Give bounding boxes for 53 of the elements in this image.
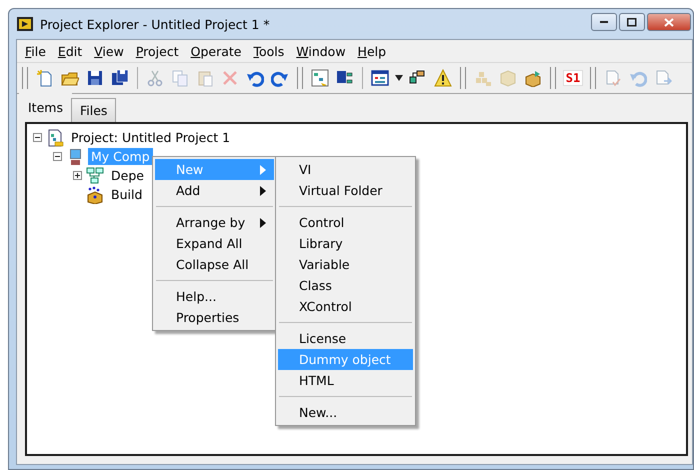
menu-item[interactable]: File — [19, 44, 52, 58]
menu-item[interactable]: Library — [278, 233, 413, 254]
maximize-icon — [627, 18, 637, 26]
project-icon — [46, 128, 64, 146]
menu-item[interactable]: New... — [278, 402, 413, 423]
menu-item[interactable]: View — [88, 44, 130, 58]
menu-item[interactable]: VI — [278, 159, 413, 180]
menu-item[interactable]: Collapse All — [155, 254, 274, 275]
tree-item[interactable]: Depe — [108, 167, 147, 184]
close-button[interactable] — [647, 13, 691, 31]
menu-item[interactable]: Add — [155, 180, 274, 201]
menu-item[interactable]: Project — [130, 44, 185, 58]
menu-item[interactable]: HTML — [278, 370, 413, 391]
tree-item[interactable]: Build — [108, 186, 146, 203]
expand-icon[interactable] — [73, 171, 82, 180]
menu-item[interactable]: Operate — [184, 44, 248, 58]
menu-item[interactable]: Virtual Folder — [278, 180, 413, 201]
toolbar-button[interactable]: S1 — [562, 67, 584, 89]
menu-item[interactable]: Help — [352, 44, 392, 58]
save-all-icon[interactable] — [111, 69, 129, 87]
window-title: Project Explorer - Untitled Project 1 * — [40, 16, 270, 32]
view-icon[interactable] — [371, 69, 389, 87]
menu-item[interactable]: Tools — [247, 44, 290, 58]
collapse-icon[interactable] — [33, 133, 42, 142]
minimize-icon — [600, 21, 608, 23]
save-icon[interactable] — [86, 69, 104, 87]
redo-icon[interactable] — [271, 69, 289, 87]
dependencies-icon — [86, 166, 104, 184]
new-document-icon[interactable] — [36, 69, 54, 87]
menu-item[interactable]: Variable — [278, 254, 413, 275]
maximize-button[interactable] — [619, 13, 645, 31]
caret-icon[interactable] — [395, 75, 403, 81]
minimize-button[interactable] — [591, 13, 617, 31]
tab[interactable]: Files — [70, 98, 116, 122]
menu-item[interactable]: License — [278, 328, 413, 349]
menu-item[interactable]: Expand All — [155, 233, 274, 254]
menu-item[interactable]: Window — [290, 44, 352, 58]
undo-icon[interactable] — [246, 69, 264, 87]
warning-icon[interactable] — [434, 69, 452, 87]
menu-item[interactable]: Help... — [155, 286, 274, 307]
menu-item[interactable]: Arrange by — [155, 212, 274, 233]
build-icon — [86, 186, 104, 204]
hierarchy-icon[interactable] — [311, 69, 329, 87]
package-icon[interactable] — [524, 69, 542, 87]
menu-item[interactable]: Class — [278, 275, 413, 296]
collapse-icon[interactable] — [53, 152, 62, 161]
menu-item[interactable]: XControl — [278, 296, 413, 317]
menu-item[interactable]: Properties — [155, 307, 274, 328]
app-icon — [16, 16, 34, 32]
close-icon — [664, 18, 674, 26]
menu-item[interactable]: Edit — [52, 44, 88, 58]
menu-item[interactable]: Control — [278, 212, 413, 233]
tree-item[interactable]: Project: Untitled Project 1 — [68, 129, 234, 146]
